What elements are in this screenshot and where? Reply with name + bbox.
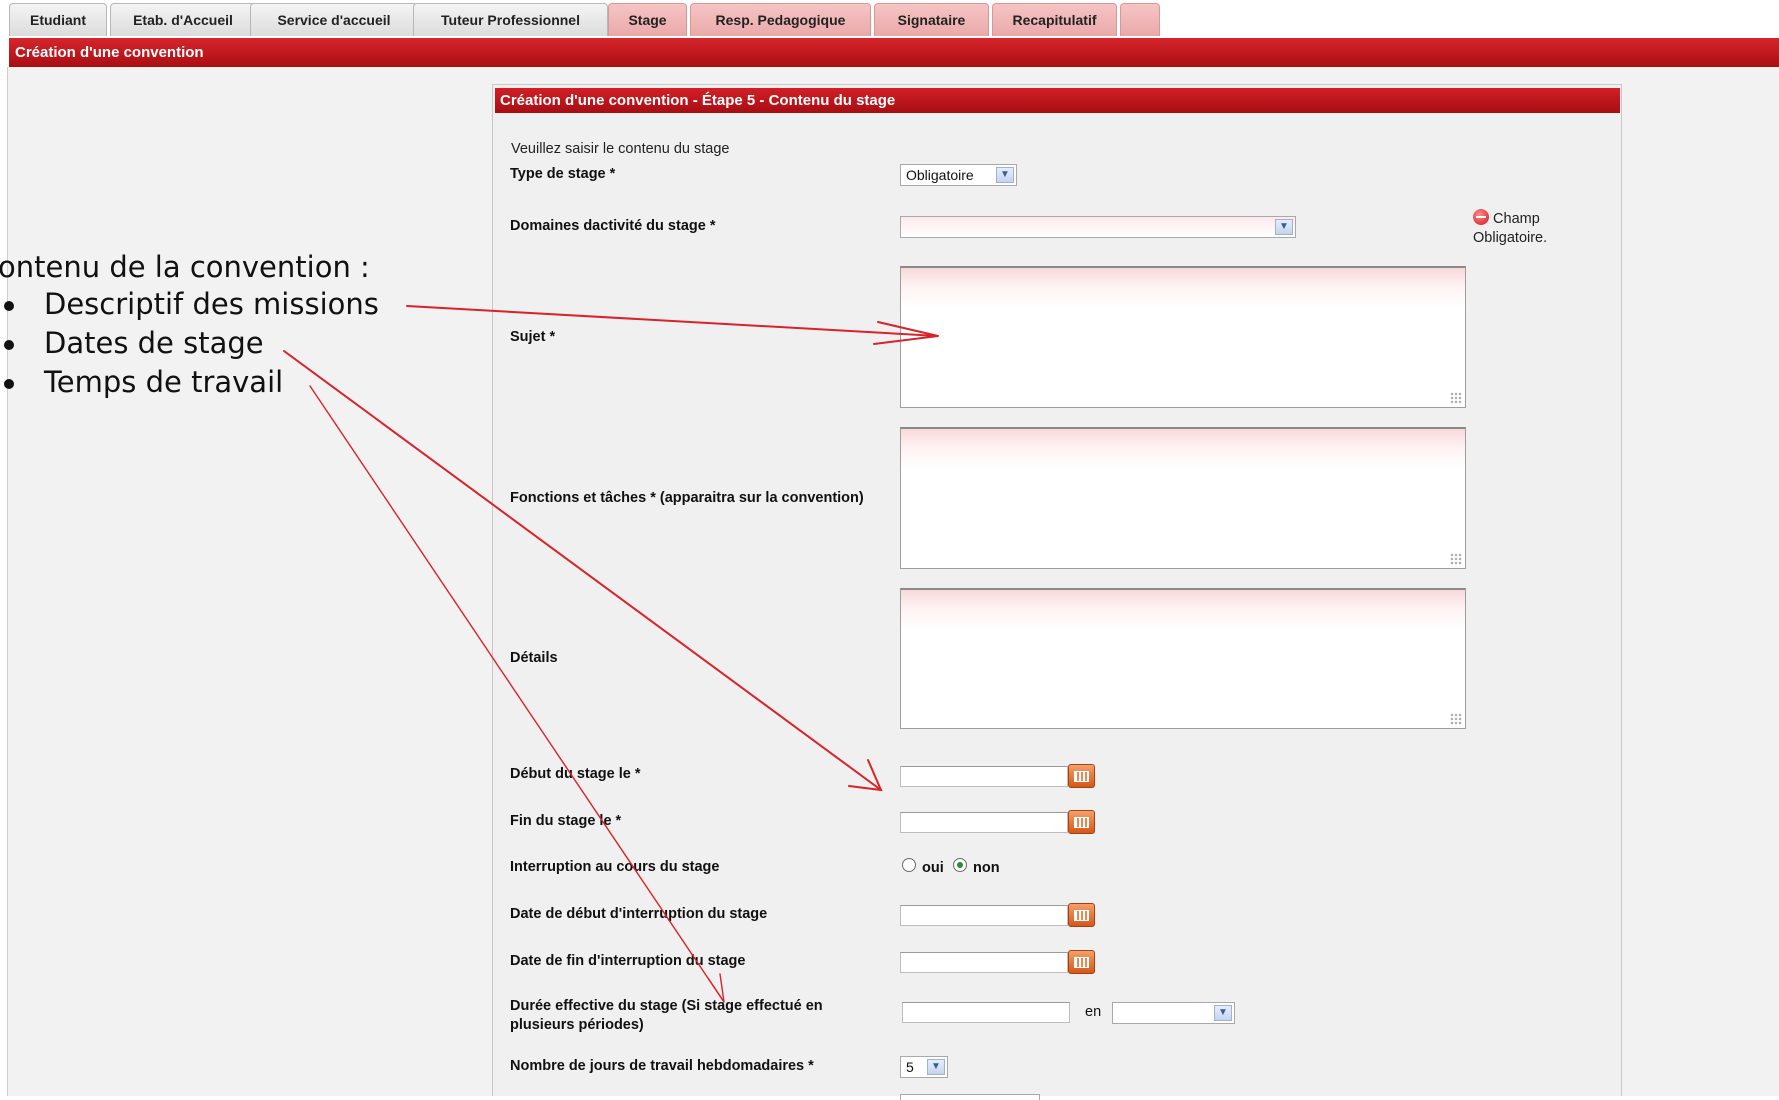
arrow-temps bbox=[309, 385, 725, 1003]
annotation-arrows bbox=[283, 305, 939, 1003]
arrow-temps-head bbox=[707, 973, 725, 1003]
arrow-dates bbox=[283, 350, 882, 791]
arrow-missions bbox=[406, 305, 939, 337]
